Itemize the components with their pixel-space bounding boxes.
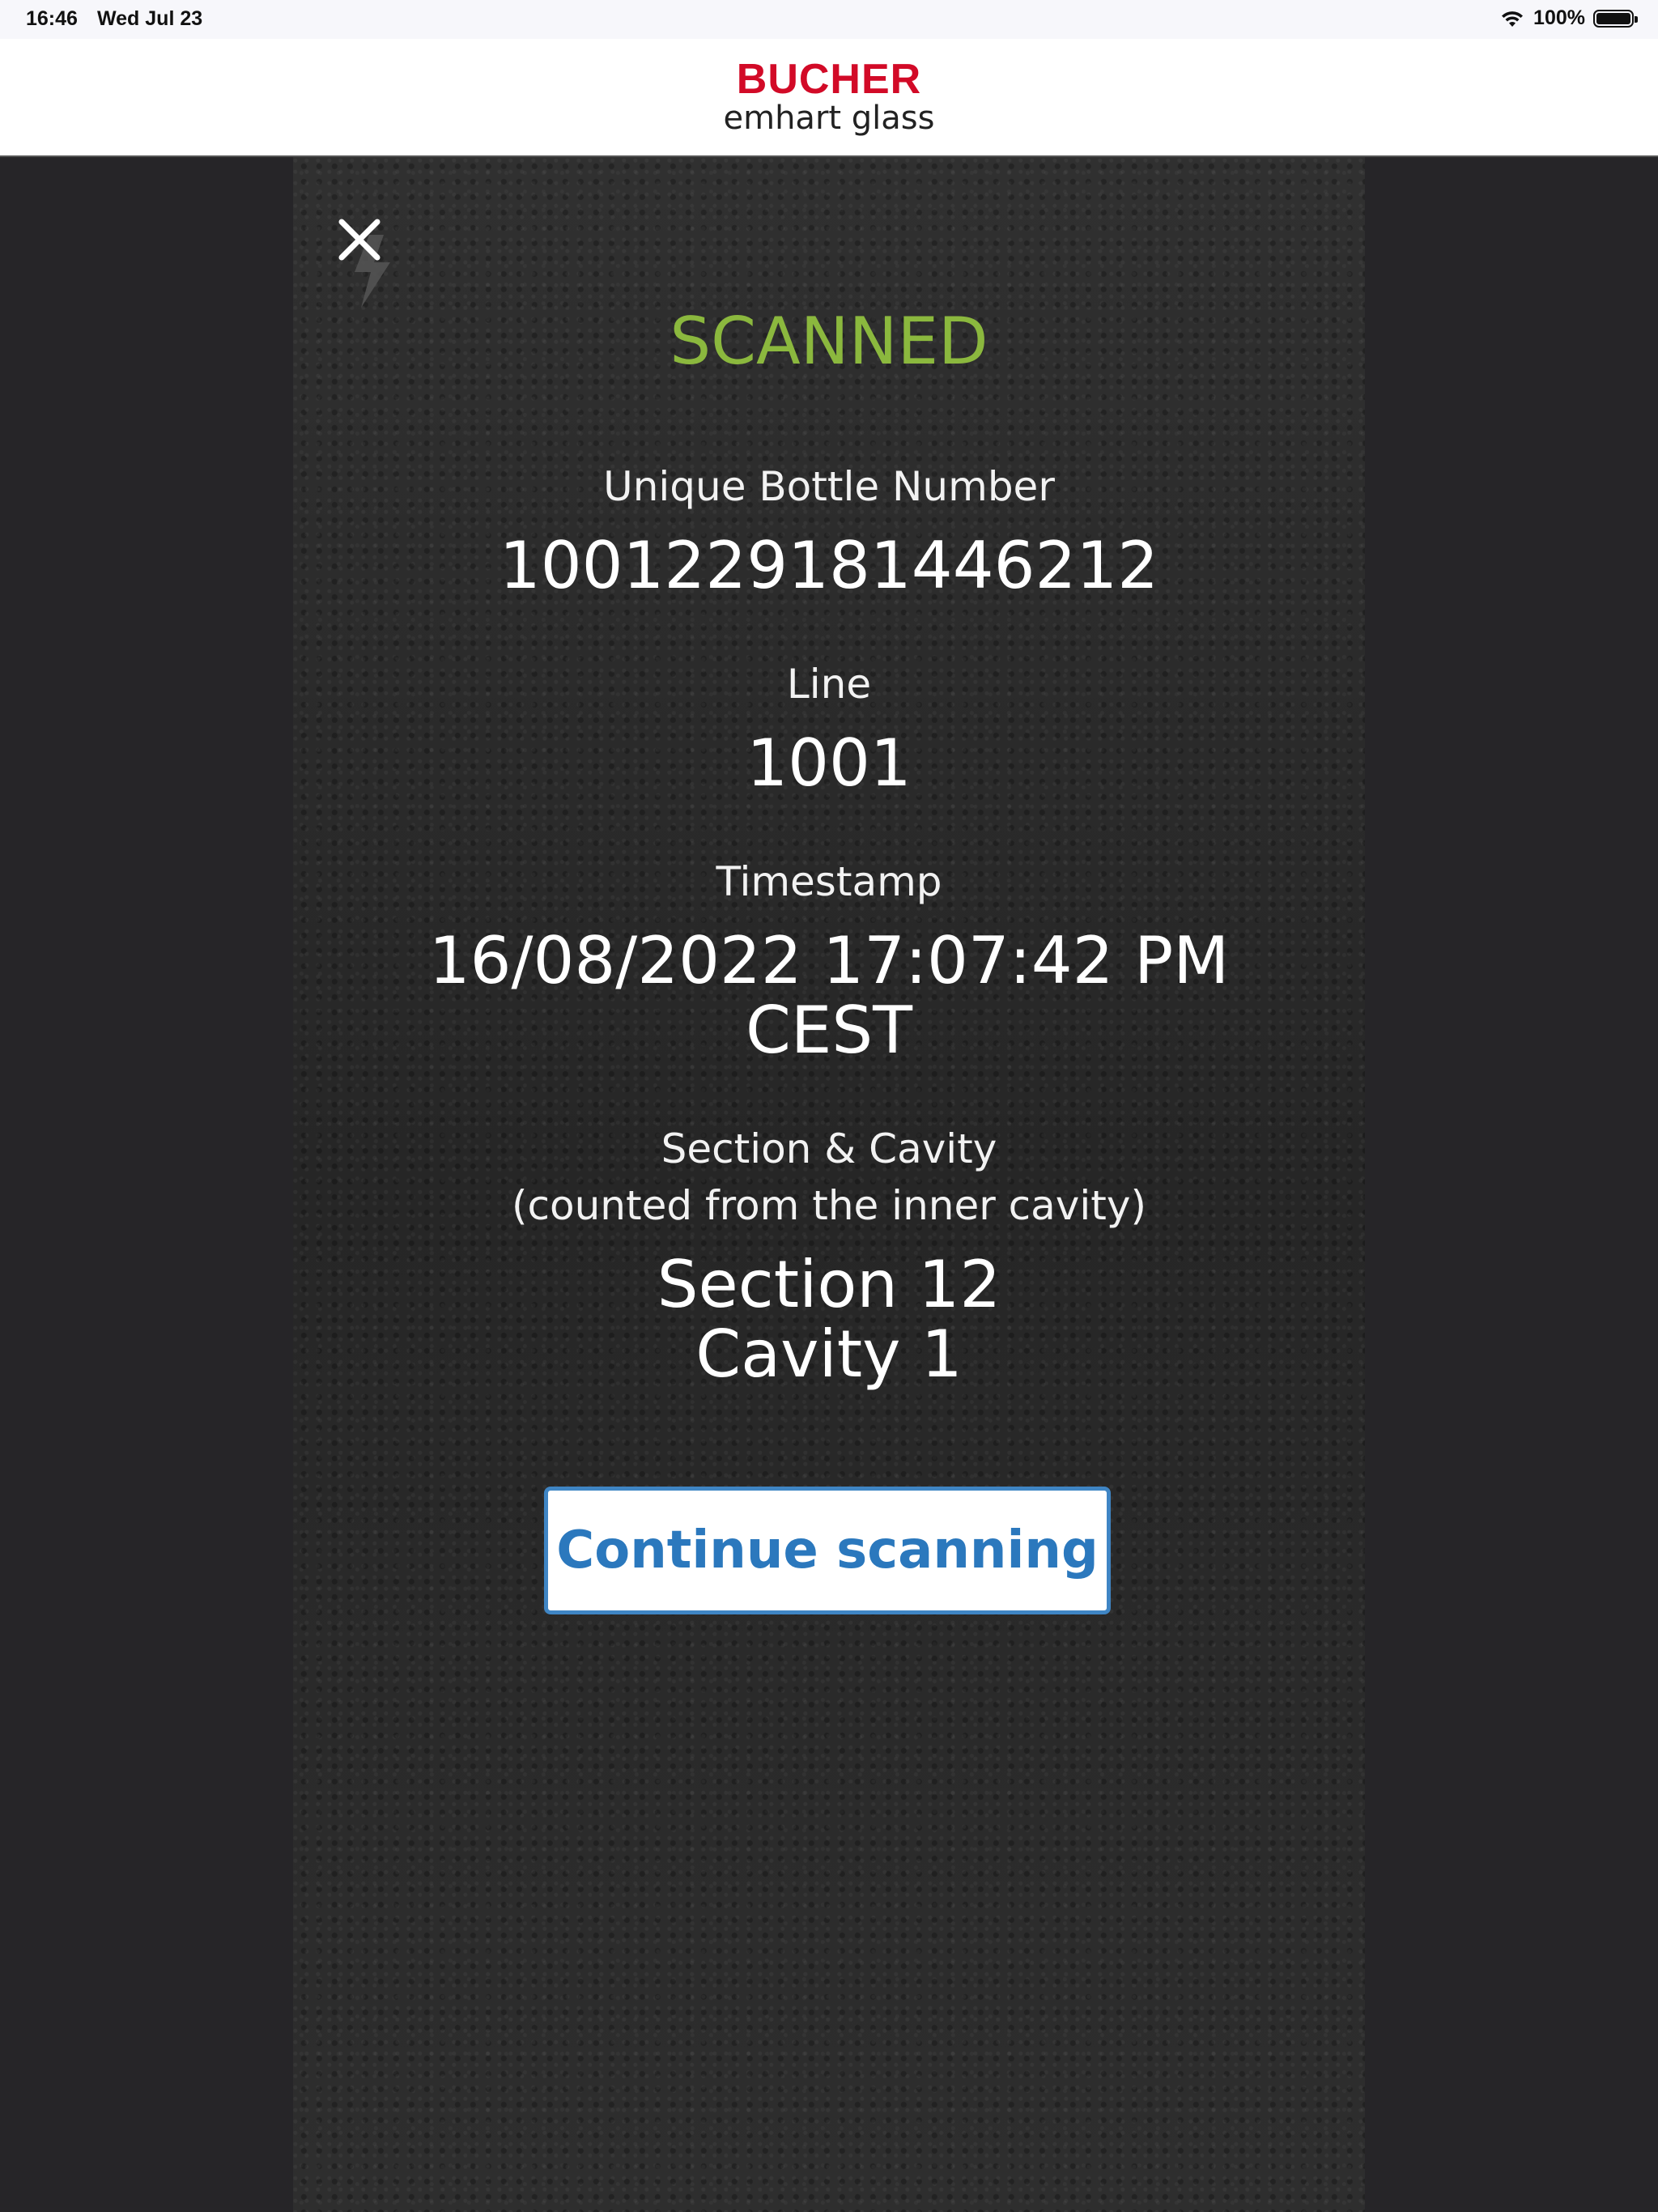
cavity-value: Cavity 1 xyxy=(695,1317,963,1392)
timestamp-zone: CEST xyxy=(745,993,913,1068)
line-value: 1001 xyxy=(746,725,912,801)
battery-level xyxy=(1596,12,1630,24)
section-value: Section 12 xyxy=(657,1247,1001,1322)
status-time: 16:46 xyxy=(26,7,78,30)
battery-icon xyxy=(1593,9,1638,28)
brand-name-secondary: emhart glass xyxy=(723,100,935,137)
brand-logo: BUCHER emhart glass xyxy=(0,57,1658,136)
app-header: BUCHER emhart glass xyxy=(0,39,1658,157)
status-indicators: 100% xyxy=(1499,6,1638,30)
timestamp-label: Timestamp xyxy=(716,858,942,905)
line-label: Line xyxy=(786,661,872,708)
timestamp-value: 16/08/2022 17:07:42 PM xyxy=(428,923,1230,998)
status-date: Wed Jul 23 xyxy=(97,7,203,30)
close-icon[interactable] xyxy=(335,215,384,264)
scan-status-title: SCANNED xyxy=(670,304,988,379)
battery-percent: 100% xyxy=(1533,6,1585,29)
section-cavity-note: (counted from the inner cavity) xyxy=(512,1182,1146,1229)
scan-result-panel: SCANNED Unique Bottle Number 10012291814… xyxy=(293,157,1365,2212)
wifi-icon xyxy=(1502,11,1524,27)
continue-scanning-button[interactable]: Continue scanning xyxy=(544,1487,1111,1614)
status-bar: 16:46 Wed Jul 23 100% xyxy=(0,0,1658,39)
bottle-number-label: Unique Bottle Number xyxy=(603,463,1055,510)
section-cavity-label: Section & Cavity xyxy=(661,1125,997,1172)
bottle-number-value: 1001229181446212 xyxy=(499,528,1159,603)
brand-name-primary: BUCHER xyxy=(736,56,922,103)
